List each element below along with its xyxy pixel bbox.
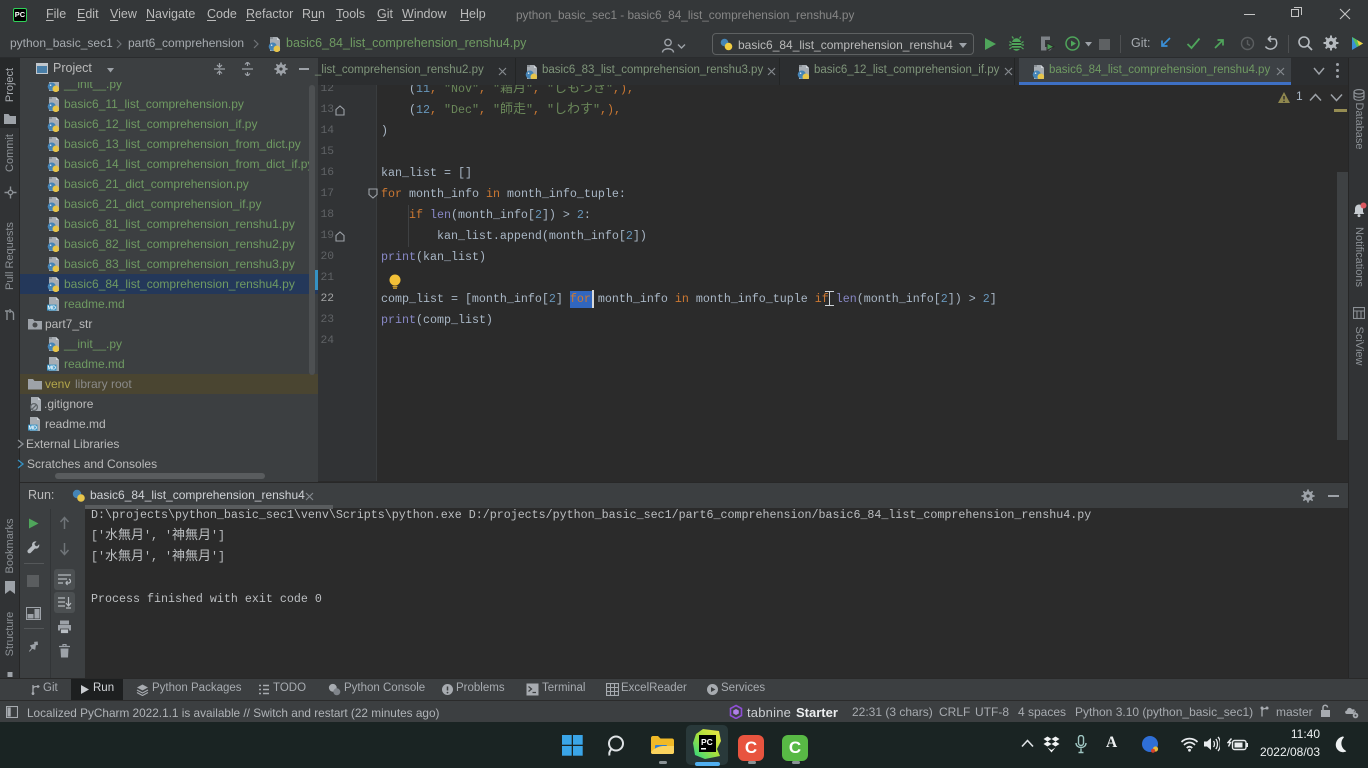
svg-text:PC: PC <box>701 737 713 747</box>
